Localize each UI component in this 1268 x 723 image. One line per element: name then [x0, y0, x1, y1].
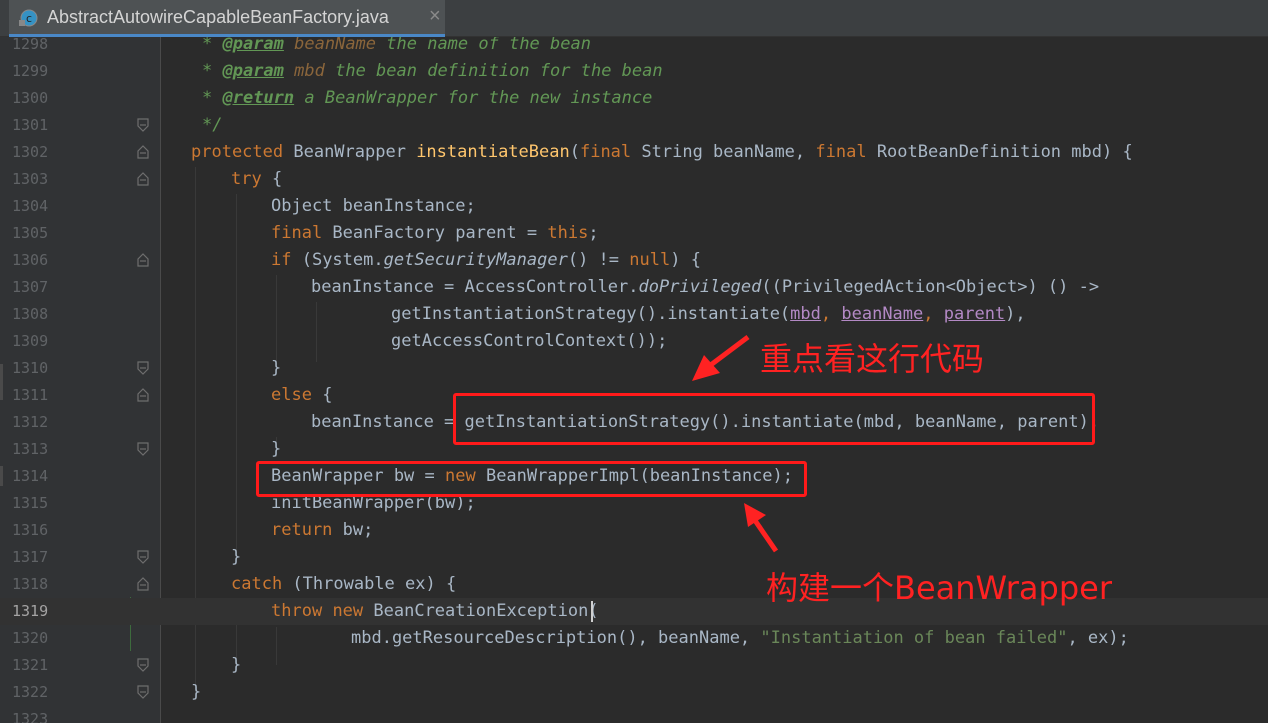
code-text: if (System.getSecurityManager() != null)…	[271, 250, 701, 270]
code-line: 1299 * @param mbd the bean definition fo…	[0, 58, 1268, 85]
code-line: 1301 */	[0, 112, 1268, 139]
line-number: 1306	[12, 251, 49, 269]
code-text: final BeanFactory parent = this;	[271, 223, 599, 243]
code-text: getInstantiationStrategy().instantiate(m…	[391, 304, 1026, 324]
fold-start-icon[interactable]	[137, 172, 149, 186]
fold-end-icon[interactable]	[137, 550, 149, 564]
code-line: 1303 try {	[0, 166, 1268, 193]
line-number: 1321	[12, 656, 49, 674]
code-text: else {	[271, 385, 333, 405]
line-number: 1312	[12, 413, 49, 431]
line-number: 1301	[12, 116, 49, 134]
line-number: 1315	[12, 494, 49, 512]
line-number: 1307	[12, 278, 49, 296]
line-number: 1317	[12, 548, 49, 566]
code-line: 1309 getAccessControlContext());	[0, 328, 1268, 355]
code-text: Object beanInstance;	[271, 196, 476, 216]
code-line: 1316 return bw;	[0, 517, 1268, 544]
code-text: return bw;	[271, 520, 374, 540]
fold-start-icon[interactable]	[137, 145, 149, 159]
fold-end-icon[interactable]	[137, 442, 149, 456]
arrow-icon	[692, 335, 750, 381]
line-number: 1303	[12, 170, 49, 188]
java-class-icon: c	[19, 9, 38, 27]
fold-end-icon[interactable]	[137, 118, 149, 132]
fold-end-icon[interactable]	[137, 685, 149, 699]
line-number: 1316	[12, 521, 49, 539]
code-line: 1300 * @return a BeanWrapper for the new…	[0, 85, 1268, 112]
line-number: 1308	[12, 305, 49, 323]
line-number: 1320	[12, 629, 49, 647]
line-number: 1322	[12, 683, 49, 701]
line-number: 1309	[12, 332, 49, 350]
svg-text:c: c	[26, 12, 32, 25]
code-text: }	[231, 655, 242, 675]
editor-tab-bar: c AbstractAutowireCapableBeanFactory.jav…	[0, 0, 1268, 37]
fold-start-icon[interactable]	[137, 577, 149, 591]
code-line: 1322 }	[0, 679, 1268, 706]
code-text: protected BeanWrapper instantiateBean(fi…	[191, 142, 1133, 162]
code-line: 1298 * @param beanName the name of the b…	[0, 37, 1268, 58]
line-number: 1298	[12, 37, 49, 53]
code-editor[interactable]: 1298 * @param beanName the name of the b…	[0, 37, 1268, 723]
line-number: 1310	[12, 359, 49, 377]
code-text: }	[231, 547, 242, 567]
line-number: 1314	[12, 467, 49, 485]
highlight-box-instantiate	[453, 393, 1095, 445]
line-number: 1311	[12, 386, 49, 404]
code-text: try {	[231, 169, 283, 189]
arrow-icon	[744, 503, 779, 553]
code-text: * @param mbd the bean definition for the…	[202, 61, 663, 81]
code-line: 1307 beanInstance = AccessController.doP…	[0, 274, 1268, 301]
code-line: 1310 }	[0, 355, 1268, 382]
code-text: mbd.getResourceDescription(), beanName, …	[351, 628, 1129, 648]
highlight-box-beanwrapper	[256, 461, 807, 497]
line-number: 1299	[12, 62, 49, 80]
code-line: 1320 mbd.getResourceDescription(), beanN…	[0, 625, 1268, 652]
code-line: 1321 }	[0, 652, 1268, 679]
code-line: 1306 if (System.getSecurityManager() != …	[0, 247, 1268, 274]
line-number: 1304	[12, 197, 49, 215]
code-line: 1302 protected BeanWrapper instantiateBe…	[0, 139, 1268, 166]
code-text: getAccessControlContext());	[391, 331, 668, 351]
line-number: 1302	[12, 143, 49, 161]
code-text: catch (Throwable ex) {	[231, 574, 457, 594]
annotation-build-wrapper: 构建一个BeanWrapper	[766, 569, 1112, 607]
line-number: 1305	[12, 224, 49, 242]
fold-start-icon[interactable]	[137, 253, 149, 267]
line-number: 1318	[12, 575, 49, 593]
code-text: */	[202, 115, 223, 135]
fold-end-icon[interactable]	[137, 658, 149, 672]
code-text: * @return a BeanWrapper for the new inst…	[202, 88, 653, 108]
line-number: 1300	[12, 89, 49, 107]
code-line: 1308 getInstantiationStrategy().instanti…	[0, 301, 1268, 328]
code-line: 1323	[0, 706, 1268, 723]
code-line: 1304 Object beanInstance;	[0, 193, 1268, 220]
line-number: 1313	[12, 440, 49, 458]
code-line: 1305 final BeanFactory parent = this;	[0, 220, 1268, 247]
code-text: beanInstance = AccessController.doPrivil…	[311, 277, 1100, 297]
tab-title: AbstractAutowireCapableBeanFactory.java	[47, 7, 389, 27]
code-text: }	[191, 682, 202, 702]
fold-end-icon[interactable]	[137, 361, 149, 375]
code-text: }	[271, 358, 282, 378]
code-text: }	[271, 439, 282, 459]
close-icon[interactable]: ×	[429, 5, 441, 28]
code-text: throw new BeanCreationException(	[271, 601, 599, 621]
line-number: 1323	[12, 710, 49, 723]
annotation-focus-line: 重点看这行代码	[760, 340, 985, 378]
fold-start-icon[interactable]	[137, 388, 149, 402]
text-cursor	[591, 601, 593, 622]
code-text: * @param beanName the name of the bean	[202, 37, 591, 54]
editor-tab[interactable]: c AbstractAutowireCapableBeanFactory.jav…	[9, 0, 445, 37]
line-number: 1319	[12, 602, 49, 620]
